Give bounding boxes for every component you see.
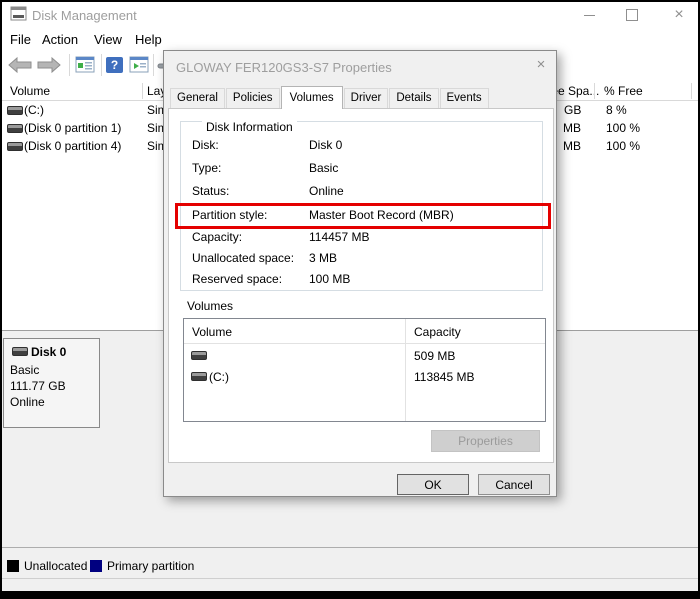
volume-free-space: GB <box>564 103 582 117</box>
info-label: Type: <box>192 161 222 175</box>
volume-icon <box>7 124 23 133</box>
volume-icon <box>191 351 207 360</box>
menu-file[interactable]: File <box>10 32 31 47</box>
volumes-table: Volume Capacity 509 MB (C:) 113845 MB <box>183 318 546 422</box>
tab-driver[interactable]: Driver <box>343 88 389 108</box>
column-separator[interactable] <box>594 83 595 99</box>
window-title: Disk Management <box>32 8 137 23</box>
legend-divider <box>2 547 698 548</box>
column-volume[interactable]: Volume <box>10 84 50 98</box>
forward-icon[interactable] <box>36 56 62 79</box>
properties-dialog: GLOWAY FER120GS3-S7 Properties × General… <box>163 50 557 497</box>
dialog-title: GLOWAY FER120GS3-S7 Properties <box>176 60 392 75</box>
console-tree-icon[interactable] <box>75 56 95 78</box>
frame-bottom <box>0 591 700 599</box>
volume-capacity: 509 MB <box>414 349 456 363</box>
disk-information-heading: Disk Information <box>202 121 297 134</box>
info-label: Reserved space: <box>192 272 283 286</box>
app-icon <box>10 6 27 27</box>
info-label: Disk: <box>192 138 219 152</box>
tab-strip: General Policies Volumes Driver Details … <box>170 86 490 109</box>
status-bar-divider <box>2 578 698 579</box>
info-label: Status: <box>192 184 230 198</box>
ok-button[interactable]: OK <box>397 474 469 495</box>
volume-percent-free: 100 % <box>606 121 641 135</box>
disk-icon <box>12 347 28 356</box>
info-value: Basic <box>309 161 339 175</box>
toolbar-separator <box>101 54 102 76</box>
minimize-button[interactable] <box>578 6 600 24</box>
volume-name: (Disk 0 partition 1) <box>24 121 122 135</box>
menu-help[interactable]: Help <box>135 32 162 47</box>
menu-view[interactable]: View <box>94 32 122 47</box>
help-icon[interactable]: ? <box>106 57 123 73</box>
tab-events[interactable]: Events <box>439 88 489 108</box>
properties-button[interactable]: Properties <box>431 430 540 452</box>
disk-size: 111.77 GB <box>10 379 66 393</box>
legend-label-primary: Primary partition <box>107 559 195 573</box>
maximize-button[interactable] <box>621 6 643 24</box>
info-label: Unallocated space: <box>192 251 295 265</box>
toolbar-separator <box>69 54 70 76</box>
legend-swatch-primary <box>90 560 102 572</box>
info-value: Disk 0 <box>309 138 343 152</box>
volumes-column-volume: Volume <box>192 325 233 339</box>
info-value: Online <box>309 184 344 198</box>
column-percent-free[interactable]: % Free <box>604 84 643 98</box>
volume-free-space: MB <box>563 121 581 135</box>
volume-capacity: 113845 MB <box>414 370 475 384</box>
disk0-header-block[interactable]: Disk 0 Basic 111.77 GB Online <box>3 338 100 428</box>
legend-swatch-unallocated <box>7 560 19 572</box>
volume-percent-free: 8 % <box>606 103 627 117</box>
tab-general[interactable]: General <box>170 88 225 108</box>
volumes-table-row[interactable]: 509 MB <box>184 346 545 366</box>
close-icon[interactable]: × <box>530 55 552 73</box>
info-label: Capacity: <box>192 230 243 244</box>
volume-icon <box>7 106 23 115</box>
info-label-partition-style: Partition style: <box>192 208 268 222</box>
disk-name: Disk 0 <box>31 345 67 359</box>
tab-policies[interactable]: Policies <box>225 88 280 108</box>
info-value: 3 MB <box>309 251 338 265</box>
cancel-button[interactable]: Cancel <box>478 474 550 495</box>
volume-name: (C:) <box>209 370 229 384</box>
volume-name: (Disk 0 partition 4) <box>24 139 122 153</box>
disk-status: Online <box>10 395 45 409</box>
volumes-column-capacity: Capacity <box>414 325 461 339</box>
disk-management-screenshot: Disk Management × File Action View Help … <box>0 0 700 599</box>
volume-percent-free: 100 % <box>606 139 641 153</box>
column-separator[interactable] <box>691 83 692 99</box>
back-icon[interactable] <box>7 56 33 79</box>
close-button[interactable]: × <box>668 6 690 24</box>
column-separator[interactable] <box>142 83 143 99</box>
volumes-header-divider <box>184 343 545 344</box>
menu-action[interactable]: Action <box>42 32 78 47</box>
frame-top <box>0 0 700 2</box>
volumes-table-row[interactable]: (C:) 113845 MB <box>184 367 545 387</box>
console-window-icon[interactable] <box>129 56 149 78</box>
menu-bar: File Action View Help <box>2 28 698 50</box>
info-value-partition-style: Master Boot Record (MBR) <box>309 208 454 222</box>
volume-free-space: MB <box>563 139 581 153</box>
volume-icon <box>191 372 207 381</box>
volume-icon <box>7 142 23 151</box>
toolbar-separator <box>153 54 154 76</box>
volumes-heading: Volumes <box>187 299 234 313</box>
disk-type: Basic <box>10 363 40 377</box>
info-value: 114457 MB <box>309 230 370 244</box>
legend-label-unallocated: Unallocated <box>24 559 88 573</box>
window-titlebar: Disk Management × <box>2 2 698 28</box>
tab-details[interactable]: Details <box>389 88 439 108</box>
volumes-tab-page: Disk Information Disk: Disk 0 Type: Basi… <box>168 108 554 463</box>
tab-volumes[interactable]: Volumes <box>280 86 343 109</box>
frame-left <box>0 0 2 599</box>
info-value: 100 MB <box>309 272 351 286</box>
volume-name: (C:) <box>24 103 44 117</box>
disk-information-group: Disk Information <box>180 121 543 291</box>
